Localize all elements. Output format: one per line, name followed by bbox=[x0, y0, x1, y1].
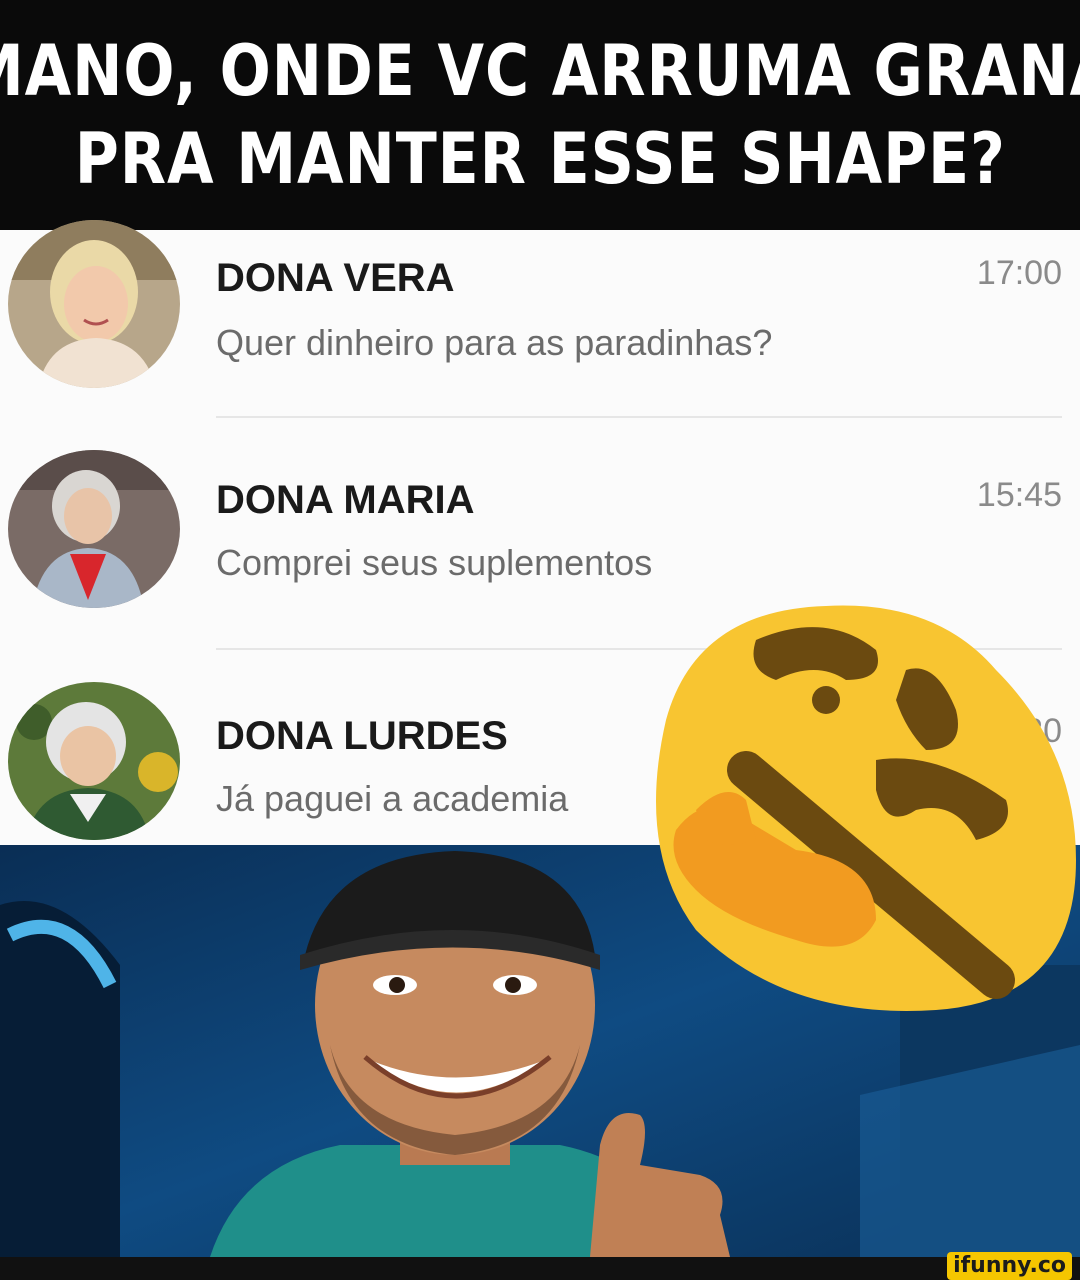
footer-bar bbox=[0, 1257, 1080, 1280]
message-preview: Quer dinheiro para as paradinhas? bbox=[216, 322, 773, 363]
avatar bbox=[8, 220, 180, 388]
message-time: 15:45 bbox=[976, 476, 1062, 514]
message-preview: Comprei seus suplementos bbox=[216, 542, 653, 583]
contact-name: DONA LURDES bbox=[216, 714, 508, 758]
message-preview: Já paguei a academia bbox=[216, 778, 569, 819]
caption-line-1: MANO, ONDE VC ARRUMA GRANA bbox=[0, 30, 1080, 112]
chat-item-dona-vera[interactable]: DONA VERA Quer dinheiro para as paradinh… bbox=[0, 220, 1080, 410]
meme-root: MANO, ONDE VC ARRUMA GRANA PRA MANTER ES… bbox=[0, 0, 1080, 1280]
message-time: 17:00 bbox=[976, 254, 1062, 292]
divider bbox=[216, 416, 1062, 418]
avatar bbox=[8, 450, 180, 608]
meme-caption: MANO, ONDE VC ARRUMA GRANA PRA MANTER ES… bbox=[0, 0, 1080, 230]
ifunny-watermark: ifunny.co bbox=[947, 1252, 1072, 1280]
avatar bbox=[8, 682, 180, 840]
thinking-face-icon bbox=[636, 600, 1080, 1020]
contact-name: DONA MARIA bbox=[216, 478, 475, 522]
caption-line-2: PRA MANTER ESSE SHAPE? bbox=[74, 118, 1006, 200]
contact-name: DONA VERA bbox=[216, 256, 455, 300]
